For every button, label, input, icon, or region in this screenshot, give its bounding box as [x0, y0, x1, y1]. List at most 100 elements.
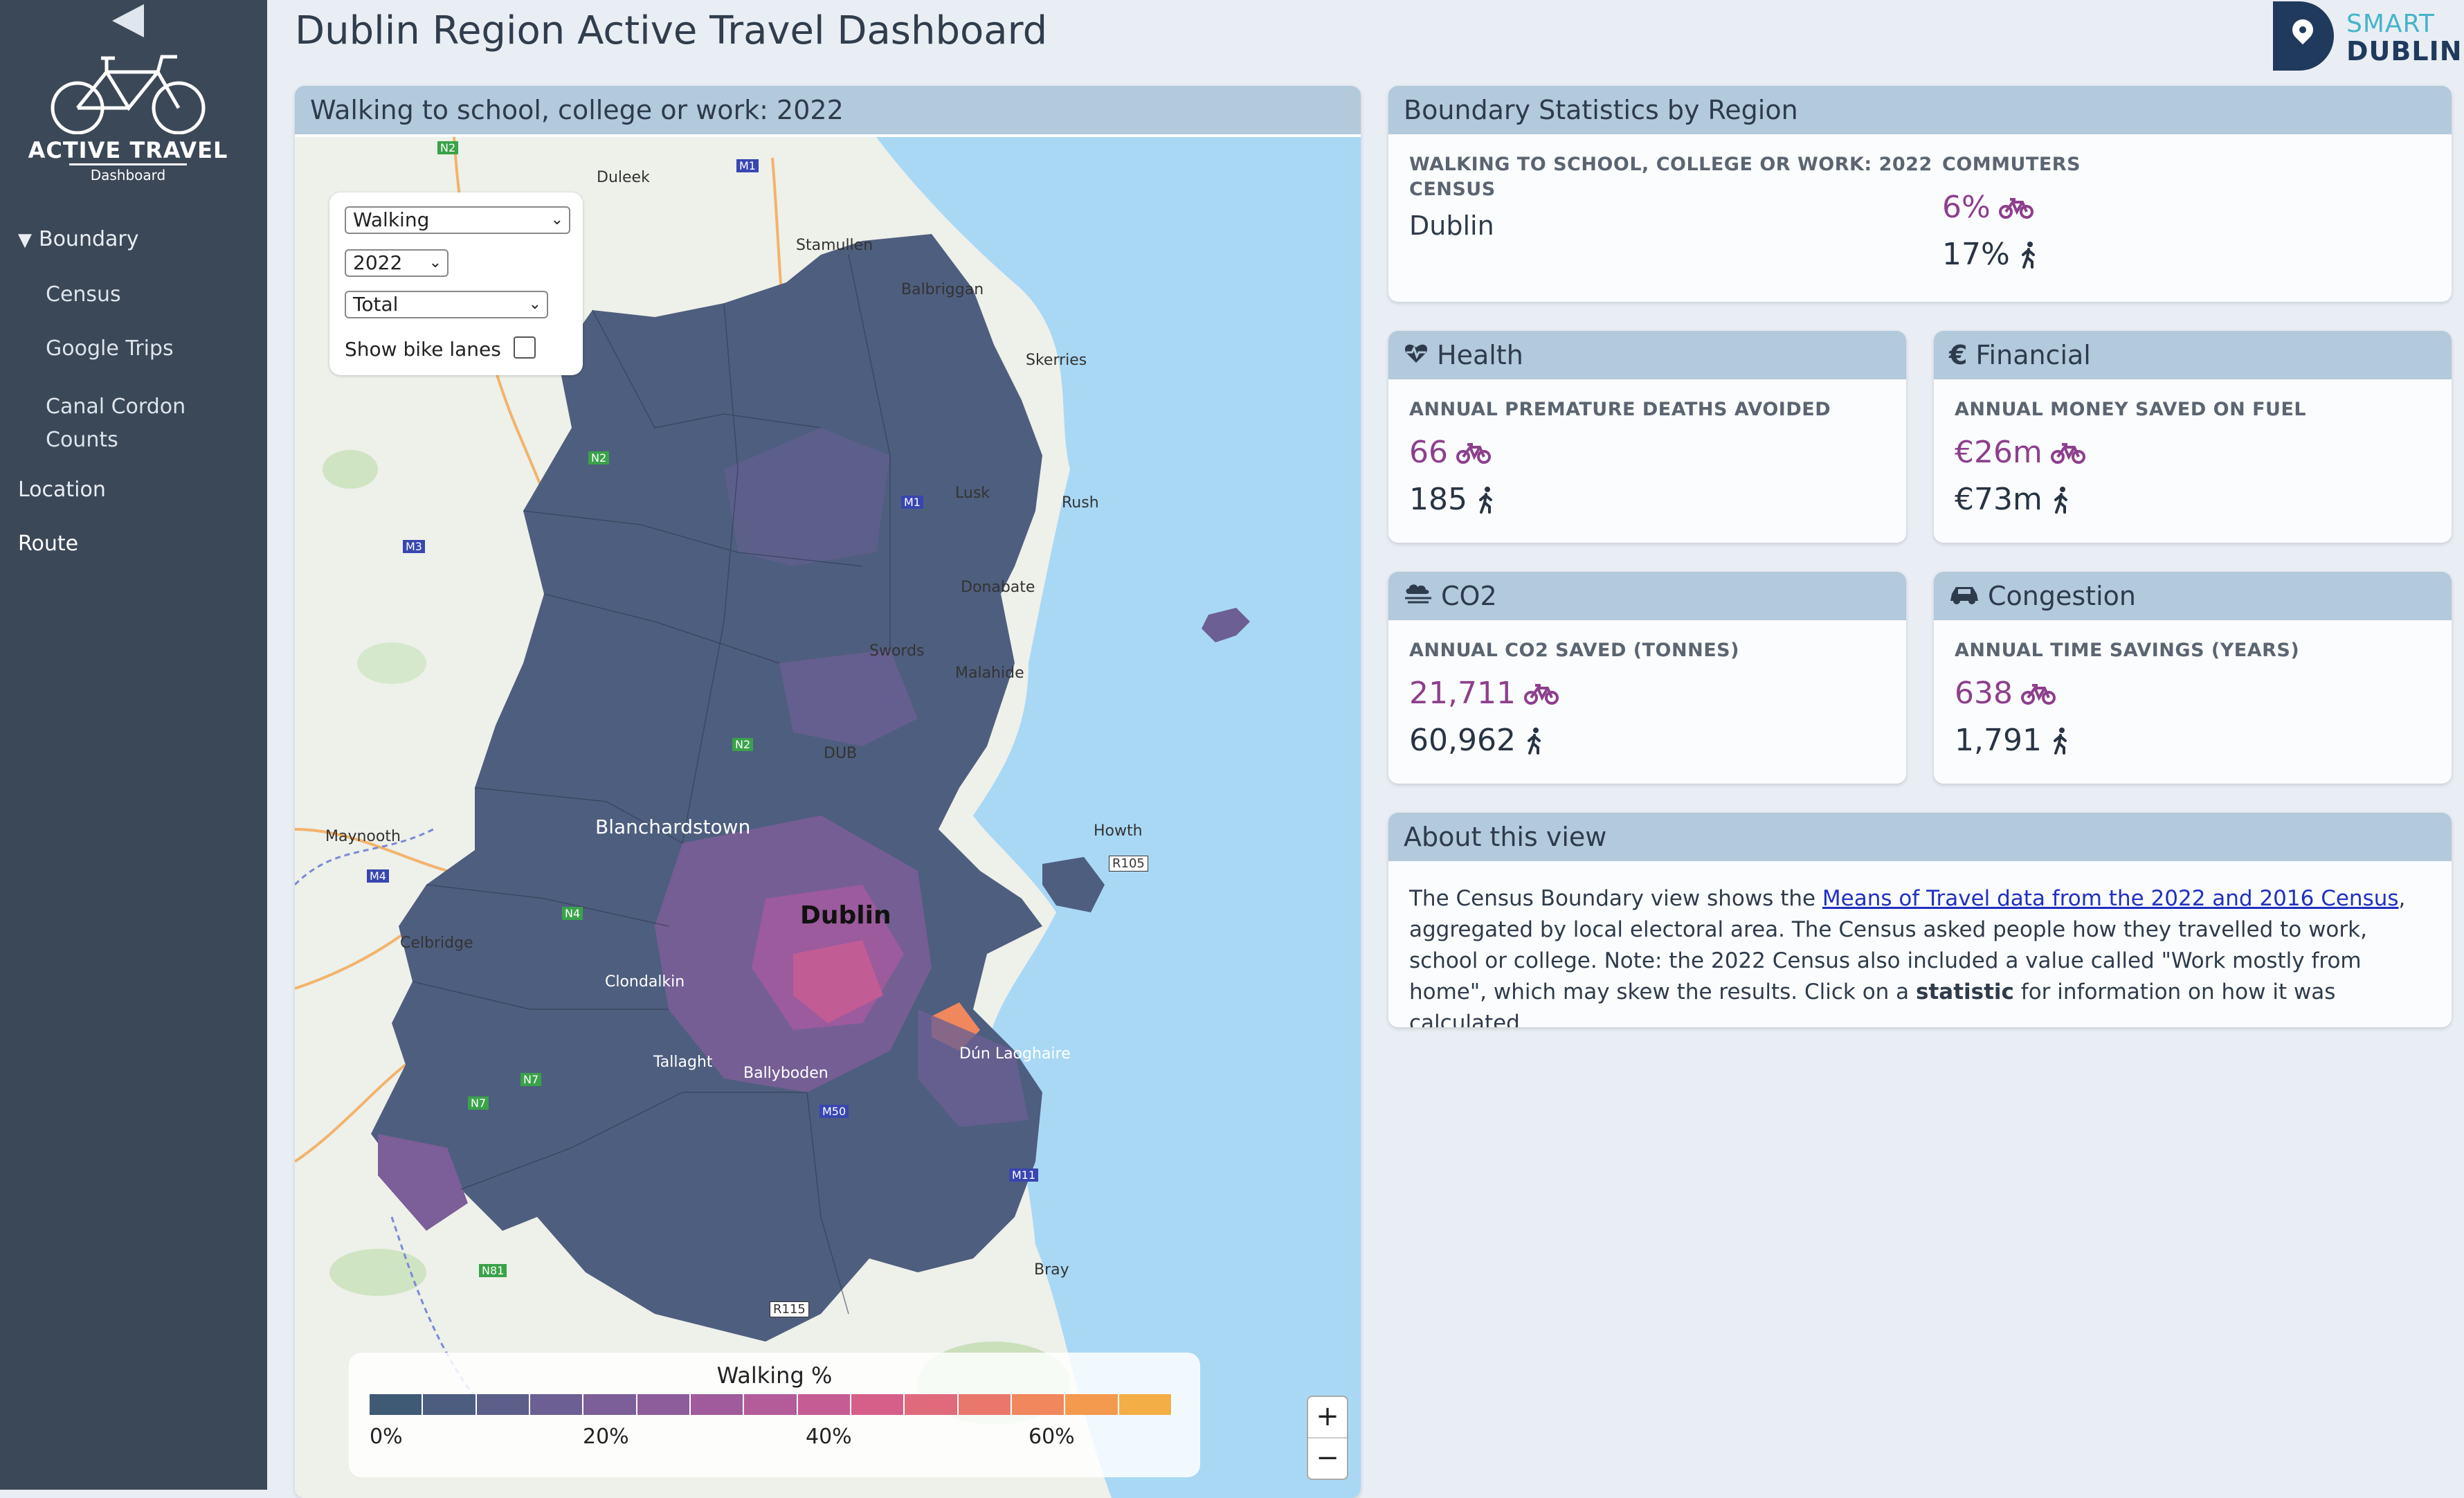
- nav-item-census[interactable]: Census: [46, 282, 121, 307]
- legend-swatch: [690, 1394, 745, 1415]
- road-shield: M1: [736, 159, 759, 172]
- road-shield: M1: [901, 496, 923, 509]
- boundary-metric-label-2: CENSUS: [1409, 179, 1496, 200]
- co2-card-header: CO2: [1388, 572, 1906, 620]
- commuters-bike-stat[interactable]: 6%: [1942, 190, 2033, 225]
- boundary-statistics-card: Boundary Statistics by Region WALKING TO…: [1388, 86, 2452, 302]
- map-place-label: Ballyboden: [743, 1065, 828, 1082]
- legend-tick: 0%: [370, 1425, 403, 1449]
- logo-title: ACTIVE TRAVEL: [28, 137, 228, 163]
- congestion-walk-stat[interactable]: 1,791: [1955, 723, 2071, 758]
- census-data-link[interactable]: Means of Travel data from the 2022 and 2…: [1822, 886, 2399, 911]
- co2-title: CO2: [1441, 581, 1497, 611]
- walking-icon: [2054, 486, 2067, 514]
- financial-metric-label: ANNUAL MONEY SAVED ON FUEL: [1955, 399, 2307, 420]
- map-card-title: Walking to school, college or work: 2022: [295, 86, 1361, 134]
- road-shield: N7: [468, 1097, 489, 1110]
- legend-swatch: [851, 1394, 905, 1415]
- legend-swatch: [1011, 1394, 1066, 1415]
- boundary-card-title: Boundary Statistics by Region: [1388, 86, 2452, 134]
- legend-tick: 60%: [1029, 1425, 1075, 1449]
- zoom-in-button[interactable]: +: [1308, 1397, 1347, 1438]
- health-metric-label: ANNUAL PREMATURE DEATHS AVOIDED: [1409, 399, 1831, 420]
- map-controls-panel: Walking ⌄ 2022 ⌄ Total ⌄ Show bike lanes: [329, 192, 583, 375]
- smart-dublin-d-mark: [2273, 1, 2334, 71]
- nav-item-google-trips[interactable]: Google Trips: [46, 336, 174, 361]
- stat-value: 60,962: [1409, 723, 1516, 758]
- stat-value: 21,711: [1409, 676, 1516, 711]
- financial-bike-stat[interactable]: €26m: [1955, 435, 2085, 470]
- road-shield: N2: [588, 451, 610, 464]
- map-place-label: Maynooth: [325, 828, 401, 845]
- bike-lanes-checkbox[interactable]: [514, 336, 536, 359]
- road-shield: M11: [1009, 1168, 1039, 1182]
- walking-icon: [2021, 241, 2035, 269]
- map-legend: Walking % 0% 20% 40% 60%: [349, 1353, 1200, 1477]
- logo-line-dublin: DUBLIN: [2346, 36, 2463, 66]
- chevron-down-icon: ⌄: [428, 254, 442, 271]
- bicycle-icon: [51, 55, 206, 134]
- bike-lanes-label: Show bike lanes: [345, 338, 501, 361]
- map-place-label: Rush: [1062, 494, 1099, 512]
- travel-mode-select[interactable]: Walking ⌄: [345, 206, 570, 234]
- road-shield-label: R115: [770, 1301, 809, 1317]
- map-place-label: Tallaght: [653, 1054, 713, 1071]
- nav-group-boundary[interactable]: ▼ Boundary: [18, 227, 138, 251]
- smog-icon: [1404, 581, 1433, 611]
- stat-value: 66: [1409, 435, 1448, 470]
- map-place-label: Blanchardstown: [595, 815, 751, 838]
- choropleth-map[interactable]: Duleek Stamullen Balbriggan Skerries Lus…: [295, 137, 1361, 1498]
- nav-item-location[interactable]: Location: [18, 478, 106, 502]
- congestion-bike-stat[interactable]: 638: [1955, 676, 2056, 711]
- sidebar: ACTIVE TRAVEL Dashboard ▼ Boundary Census…: [0, 0, 267, 1490]
- road-shield: N4: [562, 907, 583, 920]
- group-select[interactable]: Total ⌄: [345, 291, 548, 318]
- nav-item-label: Canal Cordon: [46, 395, 186, 419]
- financial-card: € Financial ANNUAL MONEY SAVED ON FUEL €2…: [1934, 331, 2452, 543]
- co2-walk-stat[interactable]: 60,962: [1409, 723, 1545, 758]
- map-place-label: Swords: [869, 642, 925, 660]
- road-shield-label: R105: [1109, 856, 1148, 872]
- legend-swatch: [637, 1394, 691, 1415]
- location-pin-icon: [2288, 15, 2318, 45]
- co2-card: CO2 ANNUAL CO2 SAVED (TONNES) 21,711 60,…: [1388, 572, 1906, 784]
- about-card: About this view The Census Boundary view…: [1388, 813, 2452, 1027]
- nav-item-route[interactable]: Route: [18, 532, 78, 556]
- map-place-label: Duleek: [597, 169, 650, 186]
- legend-title: Walking %: [716, 1362, 833, 1389]
- financial-walk-stat[interactable]: €73m: [1955, 482, 2072, 517]
- bicycle-icon: [1998, 197, 2033, 219]
- legend-color-bar: [370, 1394, 1172, 1415]
- congestion-card-header: Congestion: [1934, 572, 2452, 620]
- health-title: Health: [1437, 340, 1523, 370]
- region-name: Dublin: [1409, 210, 1494, 241]
- co2-metric-label: ANNUAL CO2 SAVED (TONNES): [1409, 640, 1739, 661]
- legend-tick: 40%: [806, 1425, 852, 1449]
- road-shield: N81: [479, 1264, 507, 1277]
- boundary-metric-label: WALKING TO SCHOOL, COLLEGE OR WORK: 2022: [1409, 154, 1932, 175]
- collapse-sidebar-icon[interactable]: [112, 4, 144, 37]
- congestion-metric-label: ANNUAL TIME SAVINGS (YEARS): [1955, 640, 2300, 661]
- logo-subtitle: Dashboard: [69, 163, 187, 183]
- year-select[interactable]: 2022 ⌄: [345, 249, 449, 277]
- bicycle-icon: [2050, 442, 2085, 464]
- chevron-down-icon: ⌄: [550, 211, 563, 228]
- heartbeat-icon: [1404, 340, 1429, 370]
- map-place-label: Bray: [1034, 1261, 1069, 1279]
- co2-bike-stat[interactable]: 21,711: [1409, 676, 1559, 711]
- nav-item-label: Counts: [46, 428, 118, 452]
- travel-mode-value: Walking: [353, 208, 430, 231]
- nav-item-canal-cordon-counts[interactable]: Canal Cordon Counts: [46, 390, 185, 457]
- dublin-county-region: [371, 234, 1042, 1342]
- road-shield: N7: [520, 1073, 542, 1086]
- health-bike-stat[interactable]: 66: [1409, 435, 1491, 470]
- zoom-out-button[interactable]: −: [1308, 1438, 1347, 1479]
- health-walk-stat[interactable]: 185: [1409, 482, 1496, 517]
- legend-tick: 20%: [583, 1425, 629, 1449]
- group-value: Total: [353, 293, 399, 316]
- commuters-walk-stat[interactable]: 17%: [1942, 237, 2039, 272]
- smart-dublin-logo[interactable]: SMART DUBLIN: [2273, 1, 2462, 73]
- bicycle-icon: [1523, 683, 1559, 705]
- year-value: 2022: [353, 251, 403, 274]
- stat-value: 185: [1409, 482, 1467, 517]
